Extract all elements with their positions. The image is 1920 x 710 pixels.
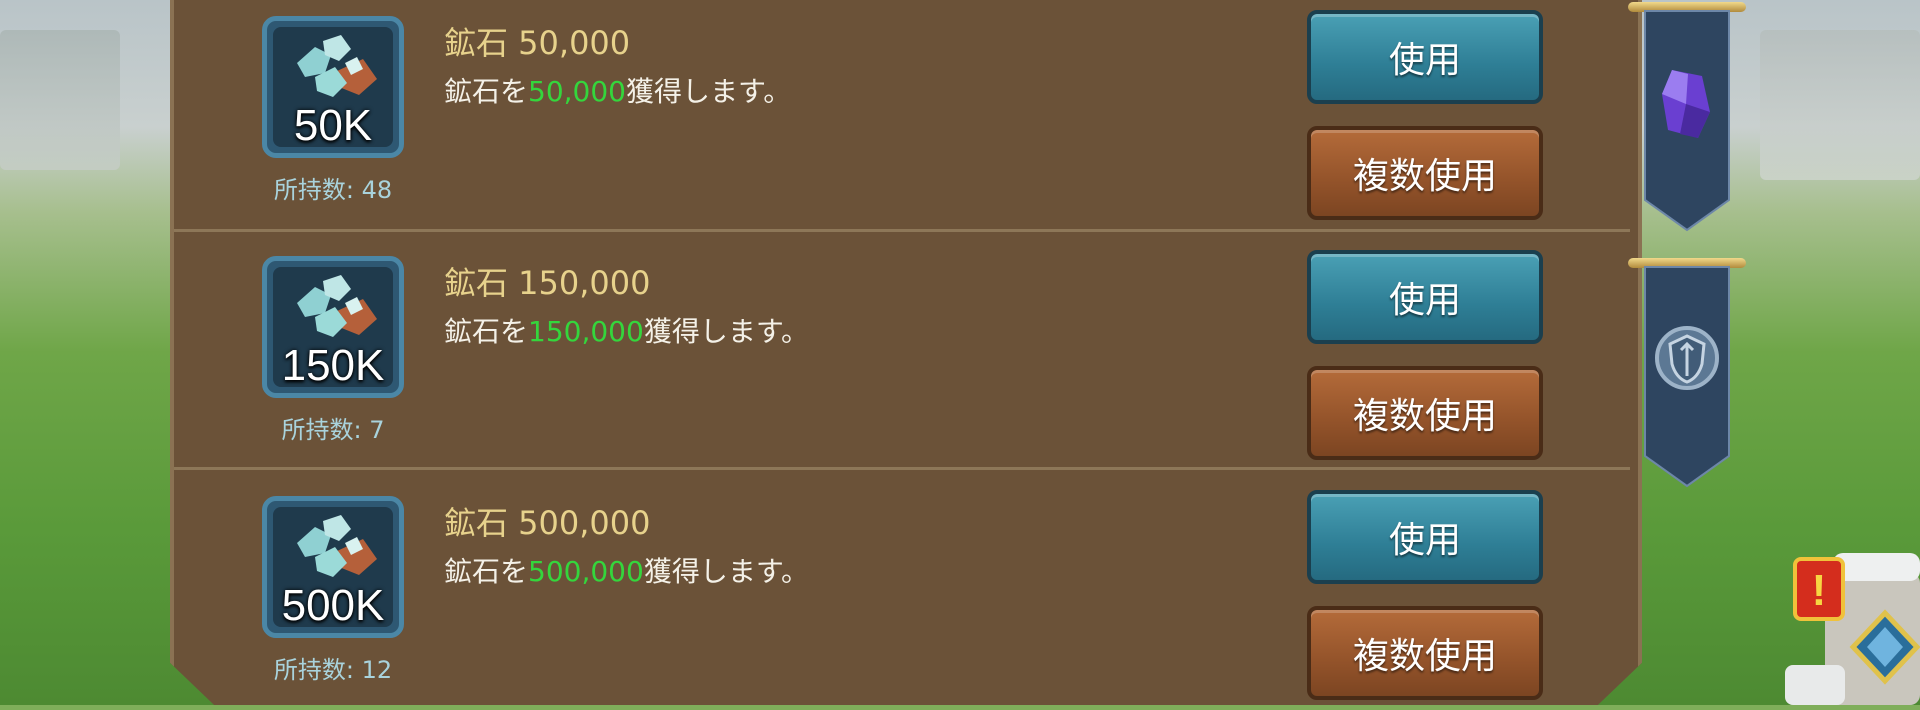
side-tab-boosts[interactable] bbox=[1628, 258, 1746, 490]
quest-alert-icon: ! bbox=[1785, 553, 1920, 705]
item-description: 鉱石を150,000獲得します。 bbox=[444, 310, 809, 350]
desc-suffix: 獲得します。 bbox=[643, 315, 810, 348]
use-button[interactable]: 使用 bbox=[1307, 250, 1543, 344]
item-row: 150K 所持数: 7 鉱石 150,000 鉱石を150,000獲得します。 … bbox=[174, 232, 1630, 470]
owned-count: 所持数: 7 bbox=[281, 416, 385, 444]
owned-count: 所持数: 12 bbox=[273, 656, 393, 684]
item-title: 鉱石 150,000 bbox=[444, 264, 651, 302]
item-title: 鉱石 50,000 bbox=[444, 24, 631, 62]
background-ruin-right bbox=[1760, 30, 1920, 180]
multi-use-button[interactable]: 複数使用 bbox=[1307, 366, 1543, 460]
use-button[interactable]: 使用 bbox=[1307, 10, 1543, 104]
shield-emblem-icon bbox=[1655, 326, 1719, 390]
desc-suffix: 獲得します。 bbox=[643, 555, 810, 588]
desc-prefix: 鉱石を bbox=[444, 75, 529, 108]
item-description: 鉱石を50,000獲得します。 bbox=[444, 70, 791, 110]
desc-prefix: 鉱石を bbox=[444, 555, 529, 588]
desc-suffix: 獲得します。 bbox=[626, 75, 792, 108]
desc-amount: 500,000 bbox=[528, 555, 644, 588]
item-quantity-label: 150K bbox=[281, 341, 385, 390]
item-description: 鉱石を500,000獲得します。 bbox=[444, 550, 809, 590]
desc-amount: 50,000 bbox=[528, 75, 626, 108]
quest-alert-mark: ! bbox=[1812, 566, 1827, 615]
side-tab-gems[interactable] bbox=[1628, 2, 1746, 234]
owned-count: 所持数: 48 bbox=[273, 176, 393, 204]
desc-amount: 150,000 bbox=[528, 315, 644, 348]
background-ruin-left bbox=[0, 30, 120, 170]
item-icon-ore[interactable]: 50K bbox=[262, 16, 404, 158]
use-button[interactable]: 使用 bbox=[1307, 490, 1543, 584]
quest-button[interactable]: ! bbox=[1785, 553, 1920, 705]
item-row: 500K 所持数: 12 鉱石 500,000 鉱石を500,000獲得します。… bbox=[174, 472, 1630, 705]
item-icon-ore[interactable]: 150K bbox=[262, 256, 404, 398]
item-title: 鉱石 500,000 bbox=[444, 504, 651, 542]
item-row: 50K 所持数: 48 鉱石 50,000 鉱石を50,000獲得します。 使用… bbox=[174, 0, 1630, 232]
multi-use-button[interactable]: 複数使用 bbox=[1307, 606, 1543, 700]
desc-prefix: 鉱石を bbox=[444, 315, 529, 348]
multi-use-button[interactable]: 複数使用 bbox=[1307, 126, 1543, 220]
purple-gem-icon bbox=[1662, 70, 1710, 138]
row-divider bbox=[174, 467, 1630, 470]
item-quantity-label: 500K bbox=[281, 581, 385, 630]
item-quantity-label: 50K bbox=[293, 101, 373, 150]
item-icon-ore[interactable]: 500K bbox=[262, 496, 404, 638]
item-list-panel[interactable]: 50K 所持数: 48 鉱石 50,000 鉱石を50,000獲得します。 使用… bbox=[170, 0, 1642, 705]
